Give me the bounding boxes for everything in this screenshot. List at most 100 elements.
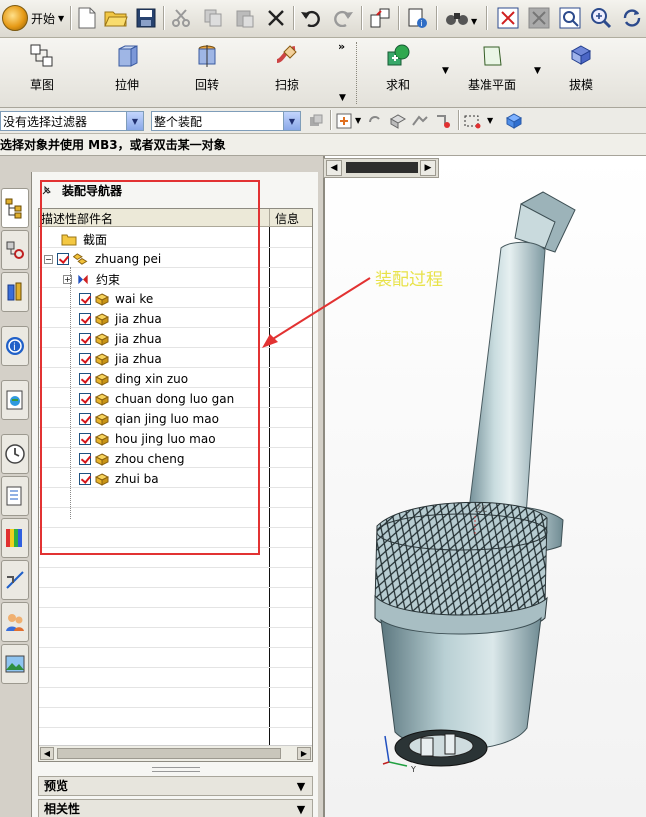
- chevron-down-icon[interactable]: ▼: [283, 112, 300, 130]
- revolve-button[interactable]: 回转: [175, 42, 239, 100]
- tab-part-navigator[interactable]: [1, 272, 29, 312]
- row-separator: [39, 567, 312, 568]
- rectangle-select-icon[interactable]: [463, 112, 481, 130]
- assembly-navigator-icon: [5, 198, 22, 219]
- datum-plane-icon: [478, 42, 506, 70]
- start-logo-icon: [2, 5, 28, 31]
- chevron-down-icon[interactable]: ▼: [534, 66, 541, 76]
- process-icon: [6, 571, 24, 589]
- scroll-thumb[interactable]: [346, 162, 418, 173]
- redo-icon[interactable]: [330, 5, 356, 31]
- chevron-down-icon[interactable]: ▼: [293, 778, 309, 794]
- graphics-window[interactable]: ZC Y: [323, 156, 646, 817]
- extrude-label: 拉伸: [114, 78, 139, 92]
- svg-text:i: i: [421, 19, 423, 28]
- chevron-down-icon[interactable]: ▼: [487, 116, 493, 125]
- nx-window: 开始 ▼ i ▼ 草图 拉伸 回转 扫掠 » ▼ 求和 ▼ 基准平面 ▼ 拔模 …: [0, 0, 646, 817]
- unite-label: 求和: [385, 78, 410, 92]
- tab-reuse-library[interactable]: i: [1, 326, 29, 366]
- tab-web-browser[interactable]: [1, 380, 29, 420]
- chevron-down-icon[interactable]: ▼: [442, 66, 449, 76]
- extrude-button[interactable]: 拉伸: [95, 42, 159, 100]
- tab-assembly-navigator[interactable]: [1, 188, 29, 228]
- sweep-button[interactable]: 扫掠: [255, 42, 319, 100]
- draft-button[interactable]: 拔模: [549, 42, 613, 100]
- tab-visualization[interactable]: [1, 518, 29, 558]
- paste-icon[interactable]: [232, 5, 258, 31]
- materials-list-icon: [6, 486, 22, 506]
- scope-select[interactable]: 整个装配 ▼: [151, 111, 301, 131]
- save-icon[interactable]: [133, 5, 159, 31]
- svg-text:i: i: [13, 342, 16, 353]
- drill-chuck-model[interactable]: ZC Y: [325, 156, 646, 817]
- filter-settings-icon[interactable]: [307, 112, 325, 130]
- chevron-down-icon[interactable]: ▼: [471, 17, 477, 26]
- tab-history[interactable]: [1, 434, 29, 474]
- roles-icon: [6, 614, 24, 631]
- scope-value: 整个装配: [154, 114, 203, 129]
- undo-icon[interactable]: [298, 5, 324, 31]
- new-file-icon[interactable]: [74, 5, 100, 31]
- toolbar-separator: [70, 6, 72, 30]
- overflow-icon[interactable]: »: [338, 40, 345, 53]
- zoom-fit-icon[interactable]: [557, 5, 583, 31]
- select-back-icon[interactable]: [366, 112, 384, 130]
- tab-history-palette[interactable]: [1, 644, 29, 684]
- snap-point-icon[interactable]: [335, 112, 353, 130]
- draft-label: 拔模: [568, 78, 593, 92]
- type-filter-select[interactable]: 没有选择过滤器 ▼: [0, 111, 144, 131]
- toolbar-separator: [436, 6, 438, 30]
- start-menu-button[interactable]: 开始 ▼: [2, 5, 64, 31]
- scroll-left-icon[interactable]: ◀: [40, 747, 54, 760]
- toolbar-separator: [330, 110, 332, 130]
- chevron-down-icon[interactable]: ▼: [293, 801, 309, 817]
- chevron-down-icon[interactable]: ▼: [339, 93, 346, 103]
- select-face-icon[interactable]: [434, 112, 452, 130]
- section-preview[interactable]: 预览 ▼: [38, 776, 313, 796]
- scroll-right-icon[interactable]: ▶: [420, 160, 436, 176]
- graphics-scrollbar[interactable]: ◀ ▶: [323, 158, 439, 178]
- tab-constraint-navigator[interactable]: [1, 230, 29, 270]
- binoculars-icon[interactable]: [444, 5, 470, 31]
- column-header-info[interactable]: 信息: [275, 210, 299, 227]
- toolbar-separator: [293, 6, 295, 30]
- open-folder-icon[interactable]: [103, 5, 129, 31]
- zoom-icon[interactable]: [588, 5, 614, 31]
- part-navigator-icon: [7, 282, 22, 301]
- window-icon[interactable]: [367, 5, 393, 31]
- unite-button[interactable]: 求和: [366, 42, 430, 100]
- horizontal-scrollbar[interactable]: ◀ ▶: [39, 745, 312, 761]
- info-icon[interactable]: i: [404, 5, 430, 31]
- tab-roles[interactable]: [1, 602, 29, 642]
- chevron-down-icon[interactable]: ▼: [126, 112, 143, 130]
- toolbar-grip: [356, 42, 358, 104]
- rotate-icon[interactable]: [619, 5, 645, 31]
- copy-icon[interactable]: [200, 5, 226, 31]
- select-feature-icon[interactable]: [411, 112, 429, 130]
- row-separator: [39, 667, 312, 668]
- chevron-down-icon[interactable]: ▼: [355, 116, 361, 125]
- tab-process-studio[interactable]: [1, 560, 29, 600]
- part-select-icon[interactable]: [505, 112, 523, 130]
- sweep-icon: [273, 42, 301, 70]
- tab-system-materials[interactable]: [1, 476, 29, 516]
- toolbar-separator: [398, 6, 400, 30]
- datum-plane-button[interactable]: 基准平面: [460, 42, 524, 100]
- select-body-icon[interactable]: [389, 112, 407, 130]
- scroll-thumb[interactable]: [57, 748, 281, 759]
- fit-view-icon[interactable]: [495, 5, 521, 31]
- scroll-right-icon[interactable]: ▶: [297, 747, 311, 760]
- sketch-label: 草图: [29, 78, 54, 92]
- splitter-grip[interactable]: [152, 767, 200, 772]
- zoom-box-icon[interactable]: [526, 5, 552, 31]
- landscape-icon: [5, 655, 25, 673]
- delete-icon[interactable]: [263, 5, 289, 31]
- annotation-text: 装配过程: [375, 270, 443, 290]
- selection-bar: 没有选择过滤器 ▼ 整个装配 ▼ ▼ ▼: [0, 108, 646, 134]
- section-dependencies[interactable]: 相关性 ▼: [38, 799, 313, 817]
- annotation-arrow: [262, 277, 371, 348]
- cut-icon[interactable]: [168, 5, 194, 31]
- sketch-button[interactable]: 草图: [10, 42, 74, 100]
- scroll-left-icon[interactable]: ◀: [326, 160, 342, 176]
- feature-toolbar: 草图 拉伸 回转 扫掠 » ▼ 求和 ▼ 基准平面 ▼ 拔模: [0, 38, 646, 108]
